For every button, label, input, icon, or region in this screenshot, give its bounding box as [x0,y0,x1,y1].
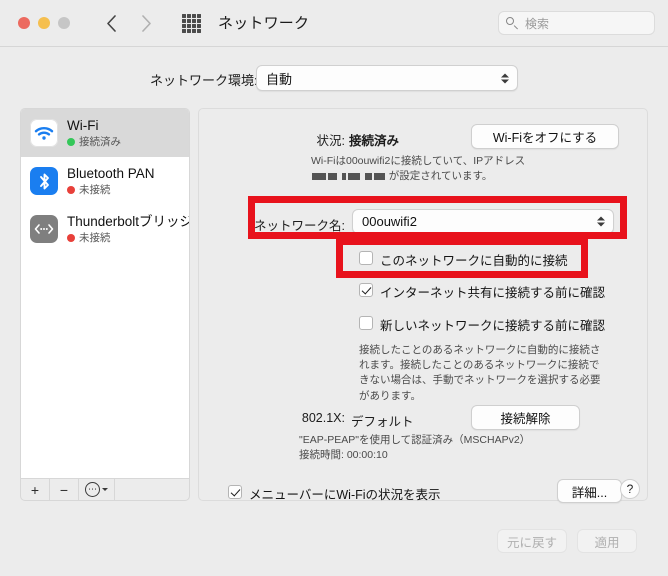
auto-join-help-text: 接続したことのあるネットワークに自動的に接続されます。接続したことのあるネットワ… [359,344,601,402]
status-description-line1: Wi-Fiは00ouwifi2に接続していて、IPアドレス [311,155,526,167]
page-title: ネットワーク [218,15,310,32]
forward-button[interactable] [133,10,159,36]
sidebar-item-label: Thunderboltブリッジ [67,214,190,230]
chevron-left-icon [106,14,116,32]
grid-apps-icon[interactable] [182,14,201,33]
location-row: ネットワーク環境: 自動 [0,63,668,95]
sidebar-item-label: Bluetooth PAN [67,166,155,182]
redacted-ip-address [311,170,389,182]
menubar-status-checkbox[interactable] [228,485,242,499]
dot1x-label: 802.1X: [301,411,345,425]
dot1x-auth-line: "EAP-PEAP"を使用して認証済み（MSCHAPv2） [299,434,531,446]
revert-button[interactable]: 元に戻す [497,529,567,553]
menubar-status-checkbox-row[interactable]: メニューバーにWi-Fiの状況を表示 [228,484,441,503]
chevron-right-icon [141,14,151,32]
chevron-updown-icon [500,71,509,86]
location-label: ネットワーク環境: [150,73,258,88]
network-name-popup-button[interactable]: 00ouwifi2 [352,209,614,234]
bluetooth-icon [30,167,58,195]
network-name-label: ネットワーク名: [254,219,345,233]
add-service-button[interactable]: + [21,479,50,500]
minimize-button[interactable] [38,17,50,29]
ask-hotspot-checkbox-row[interactable]: インターネット共有に接続する前に確認 [359,282,605,301]
auto-join-checkbox-row[interactable]: このネットワークに自動的に接続 [359,250,568,269]
sidebar-item-status: 未接続 [67,184,155,196]
sidebar-item-thunderbolt-bridge[interactable]: Thunderboltブリッジ 未接続 [21,205,189,253]
network-preferences-window: ネットワーク 検索 ネットワーク環境: 自動 Wi-Fi 接続済み Blueto… [0,0,668,576]
sidebar-item-wifi[interactable]: Wi-Fi 接続済み [21,109,189,157]
dot1x-auth-info: "EAP-PEAP"を使用して認証済み（MSCHAPv2） 接続時間: 00:0… [299,433,629,463]
dot1x-connection-time: 接続時間: 00:00:10 [299,449,388,462]
status-description: Wi-Fiは00ouwifi2に接続していて、IPアドレス が設定されています。 [311,154,621,184]
sidebar-item-status: 未接続 [67,231,189,244]
location-popup-button[interactable]: 自動 [256,65,518,91]
auto-join-checkbox[interactable] [359,251,373,265]
auto-join-label: このネットワークに自動的に接続 [380,254,568,268]
service-list[interactable]: Wi-Fi 接続済み Bluetooth PAN 未接続 Thunderbolt… [20,108,190,478]
disconnect-button[interactable]: 接続解除 [471,405,580,430]
service-list-toolbar: + − ⋯ [20,478,190,501]
chevron-updown-icon [596,214,605,229]
status-value: 接続済み [349,134,400,148]
ask-hotspot-checkbox[interactable] [359,283,373,297]
apply-button[interactable]: 適用 [577,529,637,553]
network-name-value: 00ouwifi2 [362,214,417,229]
sidebar-item-status-text: 未接続 [79,231,111,244]
status-dot [67,137,75,146]
menubar-status-label: メニューバーにWi-Fiの状況を表示 [249,488,441,502]
search-field[interactable]: 検索 [498,11,655,35]
back-button[interactable] [98,10,124,36]
help-button[interactable]: ? [620,479,640,499]
close-button[interactable] [18,17,30,29]
status-dot [67,233,75,242]
zoom-button[interactable] [58,17,70,29]
traffic-lights [18,17,70,29]
wifi-power-button[interactable]: Wi-Fiをオフにする [471,124,619,149]
search-placeholder: 検索 [525,16,550,31]
remove-service-button[interactable]: − [50,479,79,500]
ask-new-networks-checkbox[interactable] [359,316,373,330]
search-icon [506,16,519,30]
gear-circle-icon: ⋯ [85,482,100,497]
status-dot [67,185,75,194]
advanced-button[interactable]: 詳細... [557,479,622,503]
titlebar: ネットワーク 検索 [0,0,668,47]
service-actions-button[interactable]: ⋯ [79,479,115,500]
ask-new-networks-checkbox-row[interactable]: 新しいネットワークに接続する前に確認 [359,315,605,334]
dot1x-value: デフォルト [351,415,414,429]
sidebar-item-status-text: 接続済み [79,135,121,148]
sidebar-item-label: Wi-Fi [67,118,99,134]
location-value: 自動 [266,71,293,87]
chevron-down-icon [102,488,108,491]
sidebar-item-status: 接続済み [67,136,121,148]
thunderbolt-icon [30,215,58,243]
wifi-icon [30,119,58,147]
status-label: 状況: [316,134,345,148]
status-description-line2-suffix: が設定されています。 [388,170,493,183]
sidebar-item-status-text: 未接続 [79,183,111,196]
sidebar-item-bluetooth-pan[interactable]: Bluetooth PAN 未接続 [21,157,189,205]
ask-hotspot-label: インターネット共有に接続する前に確認 [380,286,606,300]
wifi-detail-panel: 状況: 接続済み Wi-Fiをオフにする Wi-Fiは00ouwifi2に接続し… [198,108,648,503]
ask-new-networks-label: 新しいネットワークに接続する前に確認 [380,319,606,333]
